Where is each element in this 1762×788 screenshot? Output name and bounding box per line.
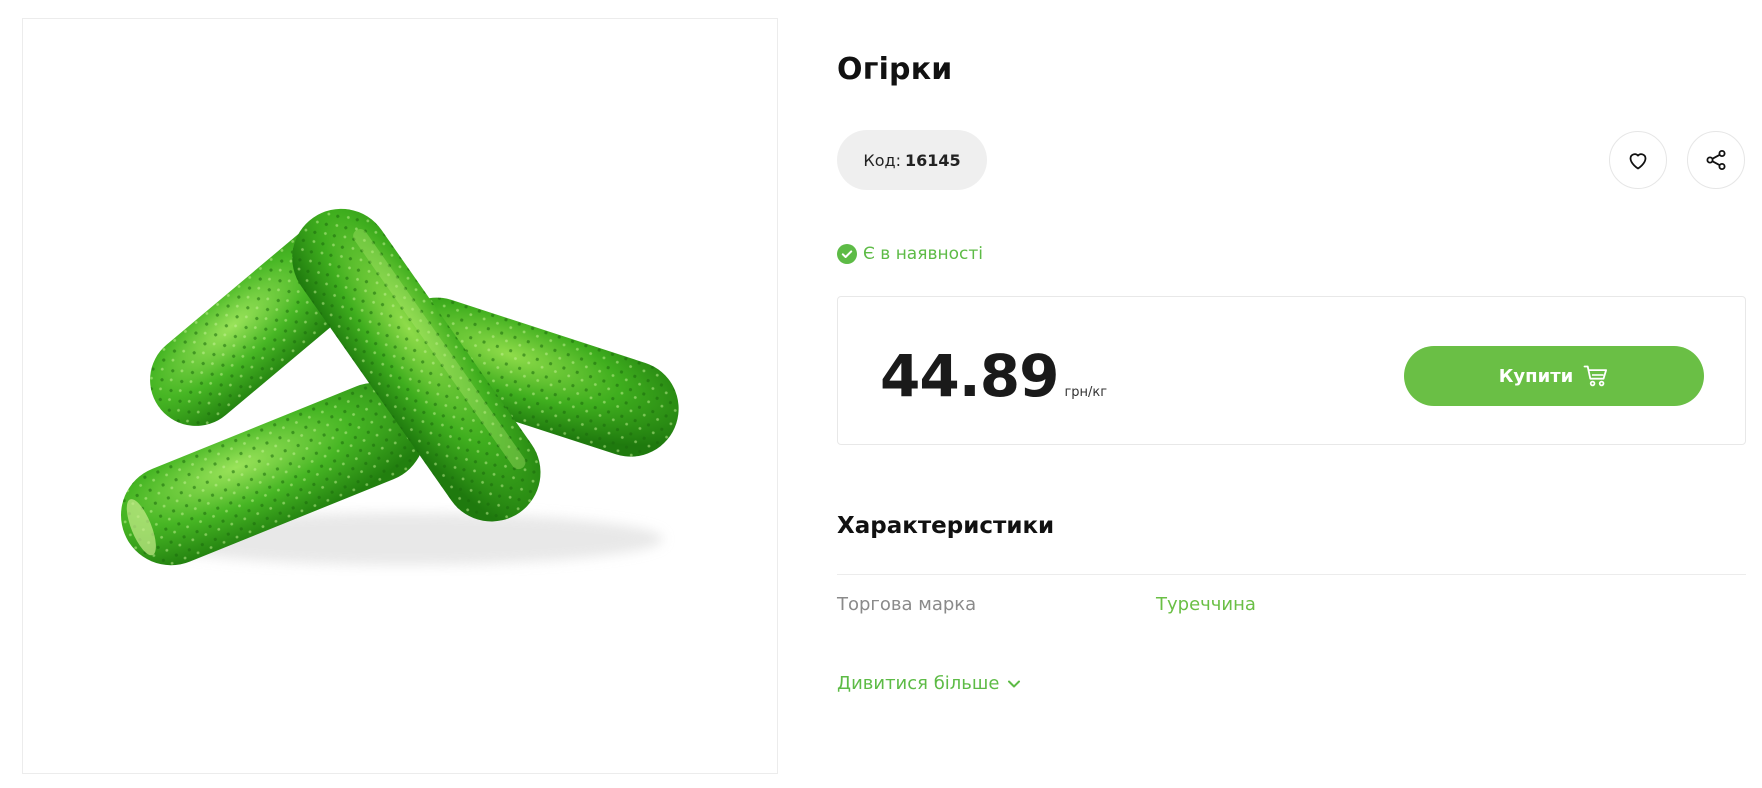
specs-divider [837, 574, 1746, 575]
spec-key: Торгова марка [837, 594, 977, 615]
price-amount: 44.89 [880, 342, 1059, 410]
stock-status: Є в наявності [837, 244, 983, 264]
price: 44.89 грн/кг [880, 347, 1107, 405]
favorite-button[interactable] [1609, 131, 1667, 189]
spec-row: Торгова марка Туреччина [837, 594, 1746, 618]
spec-value-link[interactable]: Туреччина [1156, 594, 1256, 615]
share-button[interactable] [1687, 131, 1745, 189]
product-title: Огірки [837, 52, 953, 87]
price-panel: 44.89 грн/кг Купити [837, 296, 1746, 445]
buy-button[interactable]: Купити [1404, 346, 1704, 406]
heart-icon [1629, 153, 1647, 170]
buy-button-label: Купити [1498, 365, 1574, 387]
product-page: Огірки Код: 16145 Є в наявності 44.89 гр… [0, 0, 1762, 788]
see-more-label: Дивитися більше [837, 673, 1000, 694]
specs-title: Характеристики [837, 513, 1055, 539]
see-more-link[interactable]: Дивитися більше [837, 673, 1021, 694]
check-circle-icon [837, 244, 857, 264]
cucumbers-illustration [121, 208, 679, 566]
share-icon [1706, 150, 1726, 170]
price-unit: грн/кг [1064, 385, 1108, 400]
cart-icon [1583, 364, 1609, 388]
stock-status-label: Є в наявності [863, 244, 983, 264]
product-code-badge: Код: 16145 [837, 130, 987, 190]
chevron-down-icon [1007, 679, 1021, 689]
product-code-value: 16145 [904, 150, 961, 170]
product-image[interactable] [22, 18, 778, 774]
product-code-label: Код: [863, 150, 901, 170]
